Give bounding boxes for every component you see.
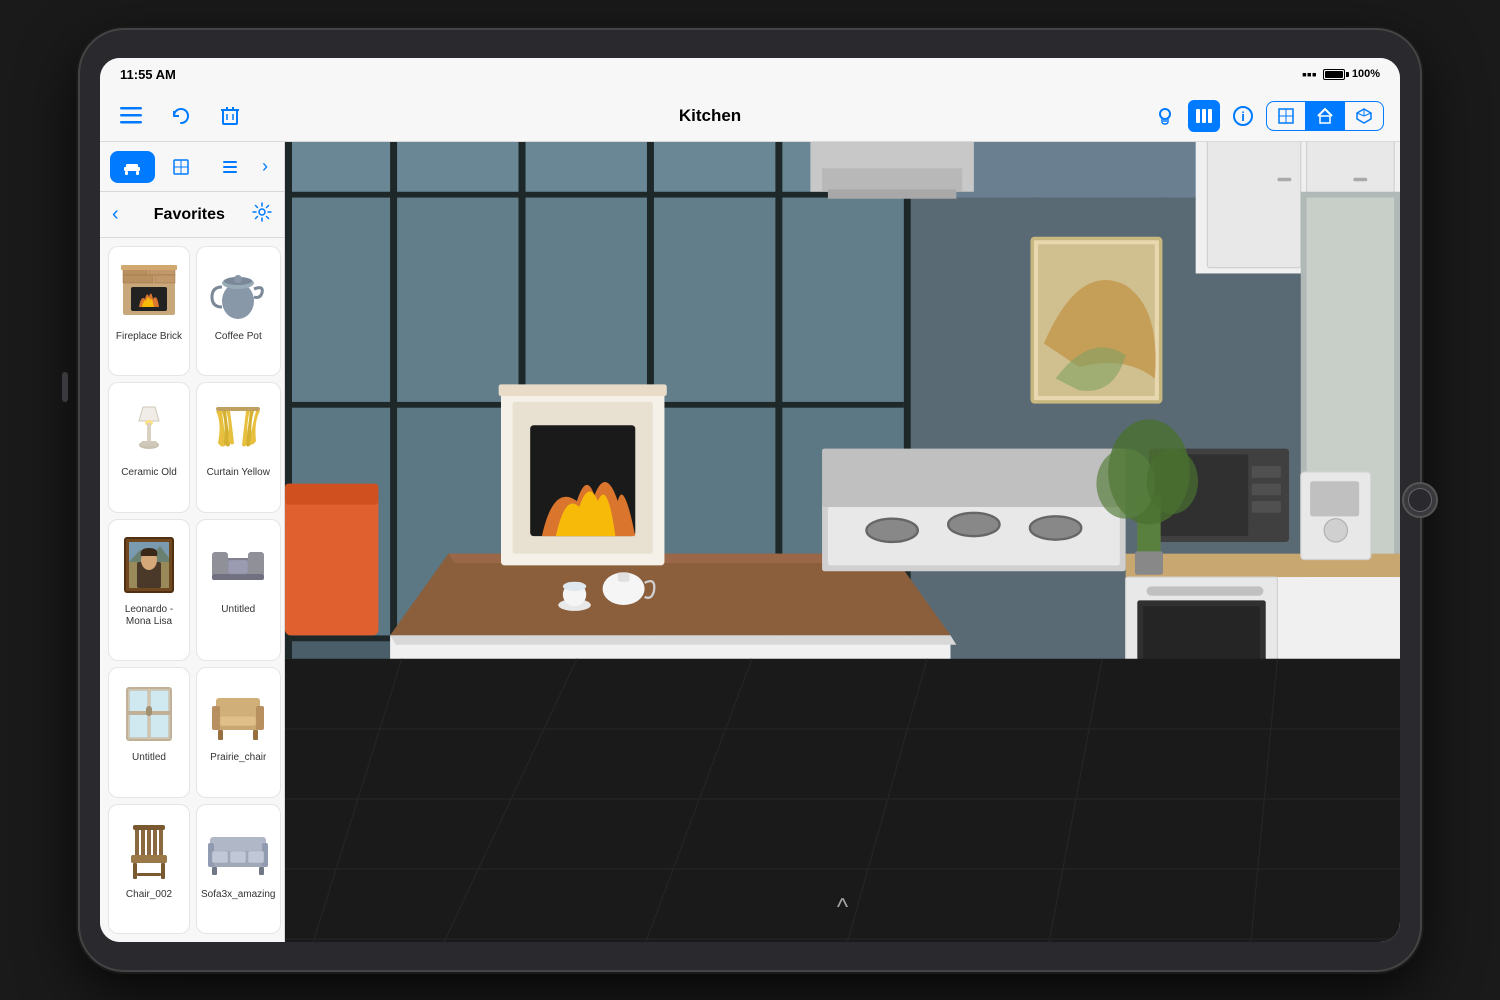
sidebar-settings-button[interactable] <box>252 202 272 227</box>
scroll-indicator: ^ <box>837 894 848 922</box>
battery-pct: 100% <box>1352 68 1380 80</box>
list-item[interactable]: Ceramic Old <box>108 382 190 512</box>
sidebar-title: Favorites <box>127 206 252 224</box>
tab-drawing[interactable] <box>159 151 204 183</box>
side-button-left[interactable] <box>62 372 68 402</box>
tablet-frame: 11:55 AM ▪▪▪ 100% <box>80 30 1420 970</box>
mona-lisa-label: Leonardo - Mona Lisa <box>113 604 185 628</box>
toolbar: Kitchen <box>100 90 1400 142</box>
ceramic-old-thumb <box>113 391 185 463</box>
coffee-pot-thumb <box>202 255 274 327</box>
info-button[interactable]: i <box>1228 101 1258 131</box>
sofa3x-thumb <box>202 813 274 885</box>
scene-area[interactable]: ^ ^ <box>285 142 1400 942</box>
wifi-icon: ▪▪▪ <box>1302 66 1317 82</box>
svg-text:i: i <box>1241 109 1245 124</box>
status-right: ▪▪▪ 100% <box>1302 66 1380 82</box>
untitled-window-label: Untitled <box>132 752 166 764</box>
main-content: › ‹ Favorites <box>100 142 1400 942</box>
chair-002-label: Chair_002 <box>126 889 172 901</box>
sidebar-header: ‹ Favorites <box>100 192 284 238</box>
list-item[interactable]: Coffee Pot <box>196 246 281 376</box>
chair-002-thumb <box>113 813 185 885</box>
untitled-window-thumb <box>113 676 185 748</box>
fireplace-brick-thumb <box>113 255 185 327</box>
list-item[interactable]: Prairie_chair <box>196 667 281 797</box>
kitchen-scene-svg: ^ <box>285 142 1400 942</box>
time: 11:55 AM <box>120 67 176 82</box>
sofa3x-label: Sofa3x_amazing <box>201 889 276 901</box>
list-item[interactable]: Untitled <box>108 667 190 797</box>
tab-furniture[interactable] <box>110 151 155 183</box>
toolbar-right: i <box>1104 100 1384 132</box>
untitled-sofa-label: Untitled <box>221 604 255 616</box>
prairie-chair-thumb <box>202 676 274 748</box>
trash-button[interactable] <box>216 101 244 131</box>
toolbar-center: Kitchen <box>316 106 1104 126</box>
library-button[interactable] <box>1188 100 1220 132</box>
status-bar: 11:55 AM ▪▪▪ 100% <box>100 58 1400 90</box>
list-item[interactable]: Fireplace Brick <box>108 246 190 376</box>
mona-lisa-thumb <box>113 528 185 600</box>
view-3d-button[interactable] <box>1345 102 1383 130</box>
sidebar-back-button[interactable]: ‹ <box>112 203 119 226</box>
sidebar-tabs: › <box>100 142 284 192</box>
untitled-sofa-thumb <box>202 528 274 600</box>
sidebar: › ‹ Favorites <box>100 142 285 942</box>
prairie-chair-label: Prairie_chair <box>210 752 266 764</box>
undo-button[interactable] <box>166 101 196 131</box>
list-item[interactable]: Chair_002 <box>108 804 190 934</box>
curtain-yellow-thumb <box>202 391 274 463</box>
battery-indicator: 100% <box>1323 68 1380 80</box>
list-item[interactable]: Leonardo - Mona Lisa <box>108 519 190 661</box>
lightbulb-button[interactable] <box>1150 101 1180 131</box>
coffee-pot-label: Coffee Pot <box>215 331 262 343</box>
menu-button[interactable] <box>116 103 146 129</box>
list-item[interactable]: Untitled <box>196 519 281 661</box>
sidebar-expand-button[interactable]: › <box>256 150 274 183</box>
fireplace-brick-label: Fireplace Brick <box>116 331 182 343</box>
view-floorplan-button[interactable] <box>1267 102 1306 130</box>
view-house-button[interactable] <box>1306 102 1345 130</box>
tab-list[interactable] <box>207 151 252 183</box>
tablet-screen: 11:55 AM ▪▪▪ 100% <box>100 58 1400 942</box>
toolbar-left <box>116 101 316 131</box>
list-item[interactable]: Curtain Yellow <box>196 382 281 512</box>
toolbar-title: Kitchen <box>679 106 741 126</box>
curtain-yellow-label: Curtain Yellow <box>207 467 270 479</box>
view-mode-group <box>1266 101 1384 131</box>
ceramic-old-label: Ceramic Old <box>121 467 177 479</box>
list-item[interactable]: Sofa3x_amazing <box>196 804 281 934</box>
home-button[interactable] <box>1402 482 1438 518</box>
items-grid: Fireplace Brick <box>100 238 284 942</box>
